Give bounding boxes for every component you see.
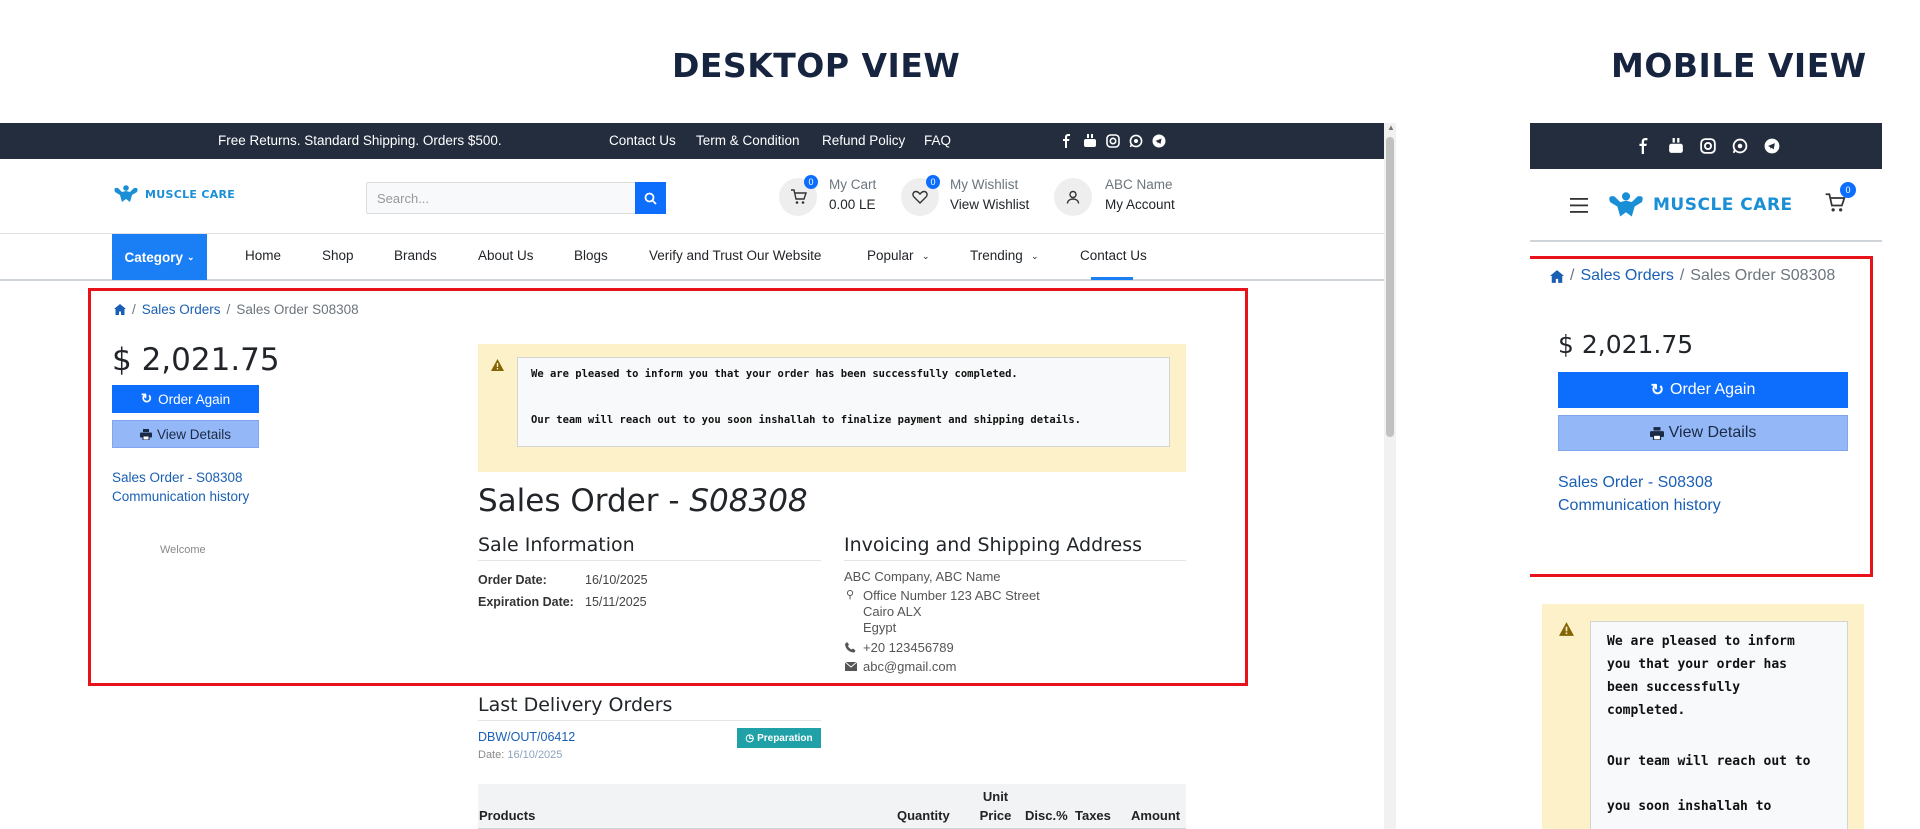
mobile-alert-line: been successfully <box>1607 680 1741 695</box>
desktop-view: Free Returns. Standard Shipping. Orders … <box>0 123 1396 829</box>
cart-button[interactable]: 0 <box>779 175 818 216</box>
nav-about-us[interactable]: About Us <box>478 248 534 263</box>
chevron-down-icon: ⌄ <box>186 251 195 262</box>
whatsapp-icon[interactable] <box>1129 134 1143 148</box>
mobile-order-status-alert: We are pleased to inform you that your o… <box>1542 604 1864 829</box>
my-account-link[interactable]: My Account <box>1105 197 1175 212</box>
mobile-alert-line: you that your order has <box>1607 657 1788 672</box>
mobile-alert-line: Our team will reach out to <box>1607 754 1811 769</box>
instagram-icon[interactable] <box>1106 134 1120 148</box>
active-nav-indicator <box>1091 277 1133 280</box>
col-products: Products <box>479 808 536 823</box>
view-wishlist-link[interactable]: View Wishlist <box>950 197 1029 212</box>
search-button[interactable] <box>635 182 666 214</box>
facebook-icon[interactable] <box>1636 138 1652 154</box>
mobile-view-title: MOBILE VIEW <box>1611 46 1867 85</box>
cart-label: My Cart <box>829 177 877 192</box>
nav-shop[interactable]: Shop <box>322 248 354 263</box>
mobile-brand-logo[interactable]: MUSCLE CARE <box>1607 192 1793 218</box>
mobile-header: MUSCLE CARE 0 <box>1530 169 1882 242</box>
social-links <box>1060 134 1166 148</box>
wishlist-button[interactable]: 0 <box>901 175 940 216</box>
site-header: MUSCLE CARE Search... 0 My Cart 0.00 LE … <box>0 159 1384 234</box>
account-name: ABC Name <box>1105 177 1173 192</box>
heart-icon <box>912 190 928 204</box>
delivery-date-label: Date: <box>478 749 505 761</box>
youtube-icon[interactable] <box>1668 138 1684 154</box>
col-unit-price: Unit Price <box>979 789 1012 823</box>
chevron-down-icon: ⌄ <box>922 251 930 261</box>
mobile-view: MUSCLE CARE 0 / Sales Orders / Sales Ord… <box>1530 123 1882 829</box>
chevron-down-icon: ⌄ <box>1031 251 1039 261</box>
instagram-icon[interactable] <box>1700 138 1716 154</box>
top-bar: Free Returns. Standard Shipping. Orders … <box>0 123 1384 159</box>
muscle-logo-icon <box>1609 192 1643 217</box>
nav-home[interactable]: Home <box>245 248 281 263</box>
delivery-date: Date: 16/10/2025 <box>478 749 562 761</box>
mobile-alert-line: We are pleased to inform <box>1607 634 1795 649</box>
search-icon <box>644 192 657 205</box>
nav-verify-trust[interactable]: Verify and Trust Our Website <box>649 248 821 263</box>
mobile-alert-paragraph-2: Our team will reach out to you soon insh… <box>1607 739 1811 829</box>
telegram-icon[interactable] <box>1152 134 1166 148</box>
topbar-link-contact[interactable]: Contact Us <box>609 133 676 148</box>
cart-count-badge: 0 <box>804 175 818 189</box>
nav-brands[interactable]: Brands <box>394 248 437 263</box>
youtube-icon[interactable] <box>1083 134 1097 148</box>
highlight-box <box>88 288 1248 686</box>
scrollbar-thumb[interactable] <box>1386 137 1394 437</box>
topbar-link-terms[interactable]: Term & Condition <box>696 133 800 148</box>
facebook-icon[interactable] <box>1060 134 1074 148</box>
page-scrollbar[interactable]: ▲ <box>1384 123 1396 829</box>
mobile-alert-message-box: We are pleased to inform you that your o… <box>1590 621 1848 829</box>
mobile-cart-count-badge: 0 <box>1840 182 1856 198</box>
mobile-top-bar <box>1530 123 1882 169</box>
promo-text: Free Returns. Standard Shipping. Orders … <box>218 133 502 148</box>
account-button[interactable] <box>1054 178 1092 216</box>
topbar-link-refund[interactable]: Refund Policy <box>822 133 905 148</box>
search-input[interactable]: Search... <box>377 191 429 206</box>
mobile-alert-line: you soon inshallah to <box>1607 799 1772 814</box>
status-badge: ◷ Preparation <box>737 728 821 748</box>
warning-icon <box>1559 622 1574 636</box>
clock-icon: ◷ <box>745 732 755 744</box>
nav-blogs[interactable]: Blogs <box>574 248 608 263</box>
col-discount: Disc.% <box>1025 808 1068 823</box>
whatsapp-icon[interactable] <box>1732 138 1748 154</box>
products-table-header: Products Quantity Unit Price Disc.% Taxe… <box>478 784 1186 829</box>
divider <box>478 720 821 721</box>
desktop-view-title: DESKTOP VIEW <box>672 46 961 85</box>
cart-icon <box>790 189 807 204</box>
hamburger-menu-icon[interactable] <box>1570 198 1588 213</box>
mobile-social-links <box>1636 138 1780 154</box>
mobile-highlight-box <box>1530 256 1873 577</box>
telegram-icon[interactable] <box>1764 138 1780 154</box>
category-menu-button[interactable]: Category ⌄ <box>112 234 207 280</box>
col-amount: Amount <box>1131 808 1181 823</box>
status-badge-label: Preparation <box>757 732 813 744</box>
muscle-logo-icon <box>114 185 138 202</box>
cart-total[interactable]: 0.00 LE <box>829 197 876 212</box>
scroll-up-icon[interactable]: ▲ <box>1387 123 1395 132</box>
search-bar[interactable]: Search... <box>366 182 666 214</box>
delivery-heading: Last Delivery Orders <box>478 694 673 716</box>
main-nav: Category ⌄ Home Shop Brands About Us Blo… <box>0 234 1384 281</box>
nav-contact-us[interactable]: Contact Us <box>1080 248 1147 263</box>
delivery-ref-link[interactable]: DBW/OUT/06412 <box>478 730 575 744</box>
brand-logo[interactable]: MUSCLE CARE <box>113 185 235 203</box>
col-quantity: Quantity <box>897 808 950 823</box>
topbar-link-faq[interactable]: FAQ <box>924 133 951 148</box>
wishlist-label: My Wishlist <box>950 177 1019 192</box>
nav-trending[interactable]: Trending <box>970 248 1023 263</box>
mobile-alert-paragraph-1: We are pleased to inform you that your o… <box>1607 630 1795 722</box>
category-label: Category <box>124 249 183 265</box>
mobile-brand-name: MUSCLE CARE <box>1653 195 1793 215</box>
nav-popular[interactable]: Popular <box>867 248 914 263</box>
mobile-alert-line: completed. <box>1607 703 1686 718</box>
wishlist-count-badge: 0 <box>926 175 940 189</box>
delivery-date-value: 16/10/2025 <box>507 749 563 761</box>
user-icon <box>1066 190 1080 204</box>
brand-name: MUSCLE CARE <box>145 187 236 201</box>
col-taxes: Taxes <box>1075 808 1111 823</box>
